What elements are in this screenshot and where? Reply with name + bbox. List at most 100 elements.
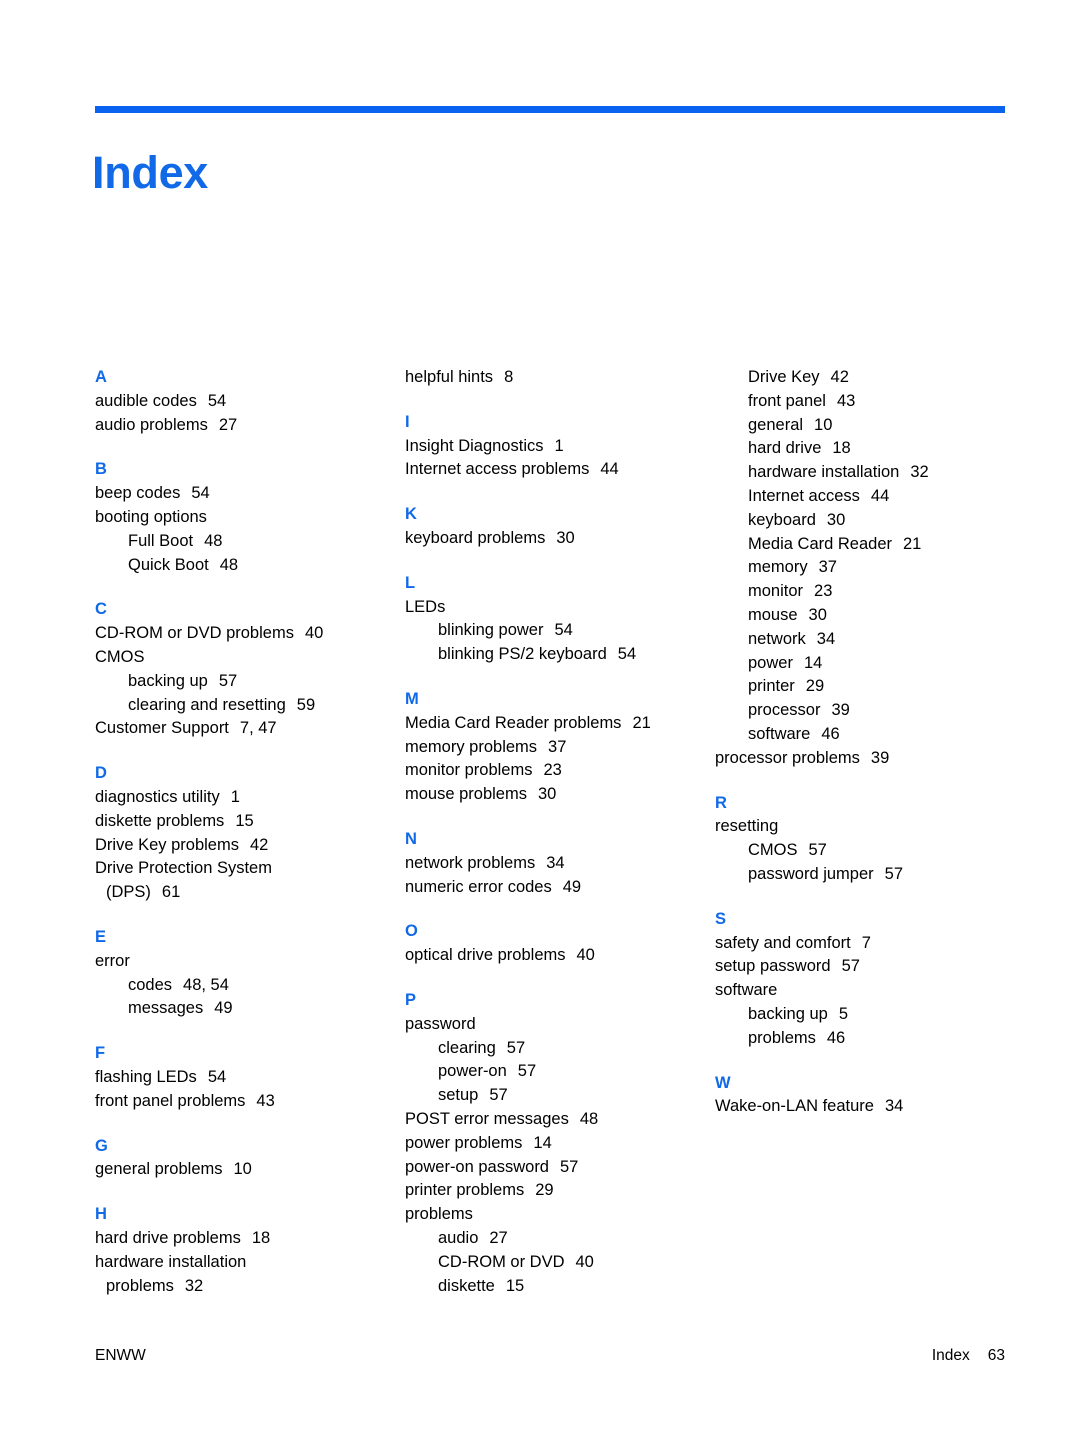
column-1: Aaudible codes 54 audio problems 27 Bbeep co…: [95, 366, 405, 1298]
entry-text: numeric error codes: [405, 877, 552, 896]
entry-text: power-on password: [405, 1157, 549, 1176]
index-entry: (DPS) 61: [95, 881, 405, 905]
index-entry: hardware installation: [95, 1251, 405, 1275]
entry-page-numbers: 57: [884, 864, 903, 883]
section-letter-a: A: [95, 368, 107, 386]
index-entry: beep codes 54: [95, 482, 405, 506]
index-entry: numeric error codes 49: [405, 876, 715, 900]
index-entry: audible codes 54: [95, 390, 405, 414]
entry-text: monitor problems: [405, 761, 533, 780]
footer-label: Index: [931, 1347, 970, 1364]
title-rule: [95, 106, 1005, 113]
index-entry: booting options: [95, 506, 405, 530]
entry-text: software: [748, 724, 811, 743]
entry-text: keyboard problems: [405, 528, 546, 547]
section-letter-i: I: [405, 412, 410, 431]
entry-page-numbers: 39: [831, 701, 850, 720]
section-letter-w: W: [715, 1073, 731, 1092]
entry-page-numbers: 15: [505, 1276, 525, 1295]
entry-page-numbers: 27: [218, 415, 238, 434]
entry-text: hard drive: [748, 439, 822, 458]
entry-text: Media Card Reader: [748, 534, 892, 553]
entry-page-numbers: 57: [841, 957, 860, 976]
section-letter-s: S: [715, 909, 727, 928]
index-entry: diskette problems 15: [95, 810, 405, 834]
entry-text: booting options: [95, 507, 207, 526]
index-entry: printer problems 29: [405, 1179, 715, 1203]
entry-text: codes: [128, 975, 173, 994]
index-entry: keyboard problems 30: [405, 527, 715, 551]
index-entry: CMOS: [95, 646, 405, 670]
entry-text: printer problems: [405, 1181, 525, 1200]
index-subentry: CD-ROM or DVD 40: [405, 1251, 715, 1275]
index-columns: Aaudible codes 54 audio problems 27 Bbeep co…: [95, 366, 1005, 1298]
entry-text: general: [748, 415, 804, 434]
index-subentry: power-on 57: [405, 1060, 715, 1084]
entry-page-numbers: 8: [504, 368, 514, 386]
entry-page-numbers: 48: [579, 1109, 599, 1128]
section-letter-k: K: [405, 505, 417, 524]
entry-text: backing up: [128, 671, 208, 690]
entry-page-numbers: 34: [816, 629, 836, 648]
index-subentry: backing up 57: [95, 670, 405, 694]
entry-text: power problems: [405, 1133, 523, 1152]
section-letter-c: C: [95, 600, 107, 619]
entry-text: password jumper: [748, 864, 874, 883]
entry-page-numbers: 30: [808, 605, 827, 624]
section-letter-b: B: [95, 460, 107, 479]
section-letter-l: L: [405, 573, 416, 592]
entry-text: diskette problems: [95, 811, 225, 830]
page-title: Index: [92, 147, 209, 199]
index-subentry: clearing and resetting 59: [95, 694, 405, 718]
index-entry: power-on password 57: [405, 1156, 715, 1180]
entry-text: setup: [438, 1086, 479, 1105]
entry-text: hardware installation: [748, 463, 900, 482]
entry-text: Wake-on-LAN feature: [715, 1097, 874, 1116]
entry-text: audio: [438, 1228, 479, 1247]
index-subentry: blinking PS/2 keyboard 54: [405, 643, 715, 667]
entry-page-numbers: 57: [560, 1157, 579, 1176]
entry-text: hardware installation: [95, 1252, 247, 1271]
entry-page-numbers: 43: [256, 1091, 275, 1110]
entry-text: mouse: [748, 605, 798, 624]
entry-text: setup password: [715, 957, 831, 976]
entry-text: POST error messages: [405, 1109, 569, 1128]
index-subentry: password jumper 57: [715, 863, 1025, 887]
entry-text: software: [715, 981, 778, 1000]
index-subentry: general 10: [715, 414, 1025, 438]
entry-text: mouse problems: [405, 785, 527, 804]
index-subentry: Media Card Reader 21: [715, 533, 1025, 557]
index-entry: password: [405, 1013, 715, 1037]
entry-text: Full Boot: [128, 531, 194, 550]
entry-text: resetting: [715, 817, 779, 836]
index-subentry: front panel 43: [715, 390, 1025, 414]
entry-page-numbers: 57: [517, 1062, 537, 1081]
entry-page-numbers: 49: [562, 877, 582, 896]
entry-page-numbers: 14: [533, 1133, 552, 1152]
section-letter-e: E: [95, 927, 107, 946]
entry-text: error: [95, 951, 130, 970]
entry-page-numbers: 21: [903, 534, 922, 553]
entry-text: memory: [748, 558, 808, 577]
entry-text: printer: [748, 677, 795, 696]
entry-page-numbers: 54: [554, 621, 573, 640]
entry-text: optical drive problems: [405, 946, 566, 965]
index-entry: Drive Key problems 42: [95, 834, 405, 858]
entry-page-numbers: 54: [207, 1067, 227, 1086]
entry-page-numbers: 37: [818, 558, 837, 577]
entry-text: password: [405, 1014, 476, 1033]
entry-text: Drive Protection System: [95, 859, 272, 878]
entry-text: flashing LEDs: [95, 1067, 197, 1086]
entry-page-numbers: 40: [304, 624, 324, 643]
entry-page-numbers: 44: [600, 460, 619, 479]
entry-text: monitor: [748, 582, 804, 601]
entry-text: problems: [106, 1276, 174, 1295]
entry-page-numbers: 18: [251, 1228, 271, 1247]
entry-text: front panel problems: [95, 1091, 246, 1110]
index-entry: safety and comfort 7: [715, 932, 1025, 956]
entry-page-numbers: 34: [546, 853, 565, 872]
index-subentry: hard drive 18: [715, 437, 1025, 461]
entry-page-numbers: 49: [214, 999, 233, 1018]
entry-page-numbers: 48, 54: [183, 975, 229, 994]
index-entry: network problems 34: [405, 852, 715, 876]
